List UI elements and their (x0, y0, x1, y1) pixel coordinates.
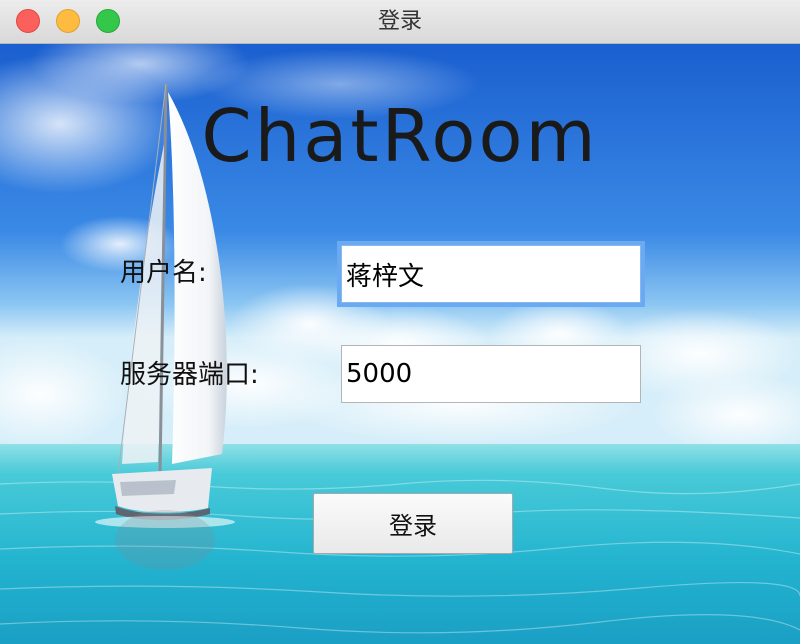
username-label: 用户名: (120, 258, 207, 288)
server-port-input[interactable] (341, 345, 641, 403)
chatroom-logo: ChatRoom (201, 94, 599, 178)
login-button[interactable]: 登录 (313, 493, 513, 554)
server-port-label: 服务器端口: (120, 360, 259, 390)
window-title: 登录 (377, 9, 422, 34)
title-bar: 登录 (0, 0, 800, 44)
username-input[interactable] (341, 245, 641, 303)
login-window: 登录 ChatRoom 用户名: 蒋梓文 服务器端口: 5000 登录 (0, 0, 800, 644)
